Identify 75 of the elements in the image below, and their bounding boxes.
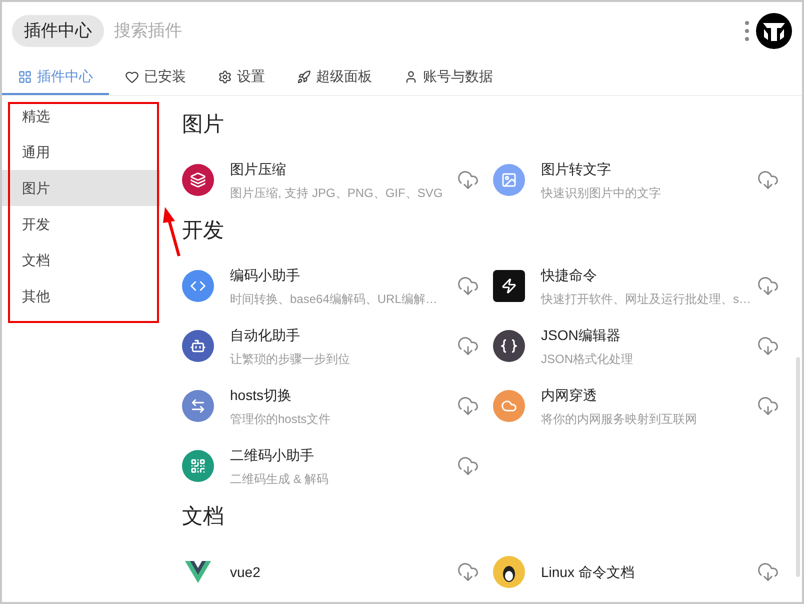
plugin-name: 编码小助手 [230,266,301,284]
download-icon[interactable] [757,395,779,417]
download-icon[interactable] [457,395,479,417]
plugin-name: Linux 命令文档 [541,562,636,582]
app-logo-icon[interactable] [756,13,792,49]
plugin-name: 快捷命令 [541,266,598,284]
plugin-description: 二维码生成 & 解码 [230,470,330,488]
image-icon [501,172,517,188]
tab[interactable]: 账号与数据 [388,60,509,95]
user-icon [404,70,418,84]
sidebar-item[interactable]: 其他 [2,278,160,314]
plugin-name: JSON编辑器 [541,326,622,344]
download-icon[interactable] [757,335,779,357]
plugin-item[interactable]: 自动化助手 让繁琐的步骤一步到位 [182,316,493,376]
plugin-name: 自动化助手 [230,326,301,344]
download-icon[interactable] [757,561,779,583]
plugin-description: 让繁琐的步骤一步到位 [230,350,351,368]
download-icon[interactable] [457,169,479,191]
download-icon[interactable] [457,335,479,357]
scrollbar[interactable] [796,357,800,577]
sidebar-item[interactable]: 图片 [2,170,160,206]
plugin-item[interactable]: 图片转文字 快速识别图片中的文字 [493,150,793,210]
sidebar-item[interactable]: 文档 [2,242,160,278]
plugin-item[interactable]: vue2 [182,542,493,602]
grid-icon [18,70,32,84]
section-title: 图片 [182,112,225,138]
plugin-item[interactable]: 快捷命令 快速打开软件、网址及运行批处理、s… [493,256,793,316]
plugin-name: 二维码小助手 [230,446,315,464]
plugin-description: 图片压缩, 支持 JPG、PNG、GIF、SVG [230,184,444,202]
plugin-item[interactable]: 图片压缩 图片压缩, 支持 JPG、PNG、GIF、SVG [182,150,493,210]
sidebar-item[interactable]: 通用 [2,134,160,170]
robot-icon [190,338,206,354]
sidebar-item[interactable]: 开发 [2,206,160,242]
section-title: 开发 [182,218,225,244]
tab[interactable]: 超级面板 [281,60,388,95]
layers-icon [190,172,206,188]
heart-icon [125,70,139,84]
download-icon[interactable] [457,561,479,583]
plugin-name: hosts切换 [230,386,292,404]
plugin-name: vue2 [230,562,262,582]
settings-icon [218,70,232,84]
plugin-item[interactable]: 内网穿透 将你的内网服务映射到互联网 [493,376,793,436]
download-icon[interactable] [757,275,779,297]
plugin-description: 时间转换、base64编解码、URL编解… [230,290,438,308]
lightning-icon [501,278,517,294]
plugin-item[interactable]: 编码小助手 时间转换、base64编解码、URL编解… [182,256,493,316]
pointer-arrow [162,206,182,258]
qr-code-icon [190,458,206,474]
plugin-description: 快速识别图片中的文字 [541,184,662,202]
download-icon[interactable] [457,455,479,477]
code-icon [190,278,206,294]
plugin-item[interactable]: 二维码小助手 二维码生成 & 解码 [182,436,493,496]
rocket-icon [297,70,311,84]
plugin-description: 将你的内网服务映射到互联网 [541,410,698,428]
download-icon[interactable] [757,169,779,191]
plugin-name: 内网穿透 [541,386,598,404]
swap-icon [190,398,206,414]
tab[interactable]: 设置 [202,60,281,95]
plugin-description: 快速打开软件、网址及运行批处理、s… [541,290,752,308]
plugin-item[interactable]: JSON编辑器 JSON格式化处理 [493,316,793,376]
plugin-name: 图片转文字 [541,160,612,178]
sidebar-item[interactable]: 精选 [2,98,160,134]
plugin-item[interactable]: hosts切换 管理你的hosts文件 [182,376,493,436]
braces-icon [501,339,517,353]
plugin-name: 图片压缩 [230,160,287,178]
plugin-item[interactable]: Linux 命令文档 [493,542,793,602]
header-title[interactable]: 插件中心 [12,15,104,47]
tab[interactable]: 已安装 [109,60,202,95]
cloud-icon [501,398,517,414]
more-icon[interactable] [744,20,750,42]
plugin-description: 管理你的hosts文件 [230,410,332,428]
plugin-description: JSON格式化处理 [541,350,634,368]
download-icon[interactable] [457,275,479,297]
search-field[interactable]: 搜索插件 [114,18,744,44]
section-title: 文档 [182,504,225,530]
